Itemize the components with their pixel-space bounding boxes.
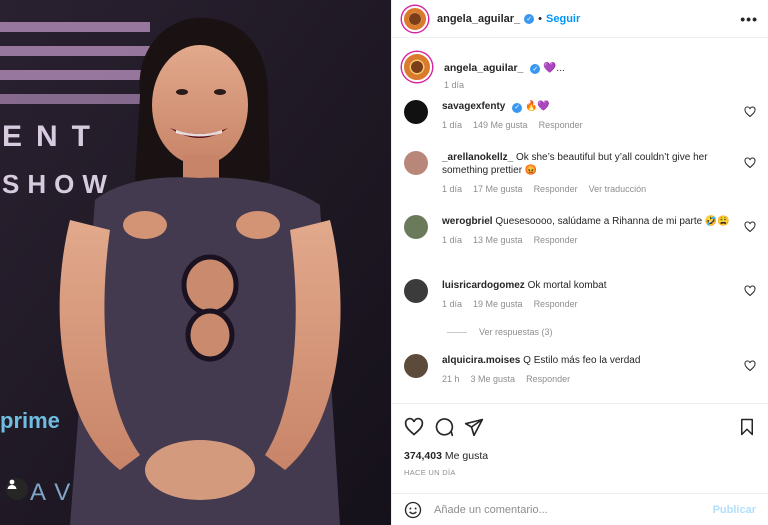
- comment-input[interactable]: Añade un comentario...: [434, 504, 548, 516]
- reply-button[interactable]: Responder: [534, 184, 578, 194]
- commenter-username[interactable]: alquicira.moises: [442, 355, 520, 366]
- comment-item: luisricardogomez Ok mortal kombat 1 día …: [404, 279, 758, 309]
- commenter-avatar[interactable]: [404, 215, 428, 239]
- reply-button[interactable]: Responder: [534, 299, 578, 309]
- comment-time[interactable]: 1 día: [442, 299, 462, 309]
- comment-time[interactable]: 1 día: [442, 235, 462, 245]
- comment-likes[interactable]: 149 Me gusta: [473, 120, 528, 130]
- likes-label: Me gusta: [444, 450, 489, 462]
- comment-likes[interactable]: 13 Me gusta: [473, 235, 523, 245]
- post-header: angela_aguilar_ ✓ • Seguir •••: [392, 0, 768, 38]
- likes-count: 374,403: [404, 450, 442, 462]
- comment-item: _arellanokellz_ Ok she’s beautiful but y…: [404, 151, 758, 194]
- reply-button[interactable]: Responder: [526, 374, 570, 384]
- photo-text-ent: ENT: [2, 120, 104, 153]
- follow-button[interactable]: Seguir: [546, 13, 580, 25]
- commenter-username[interactable]: _arellanokellz_: [442, 152, 513, 163]
- commenter-username[interactable]: werogbriel: [442, 216, 493, 227]
- comment-likes[interactable]: 19 Me gusta: [473, 299, 523, 309]
- verified-badge-icon: ✓: [530, 64, 541, 74]
- caption-author-avatar[interactable]: [402, 52, 432, 82]
- tagged-users-button[interactable]: [6, 478, 28, 500]
- like-comment-heart-icon[interactable]: [744, 221, 756, 233]
- commenter-username[interactable]: luisricardogomez: [442, 280, 525, 291]
- comment-item: savagexfenty ✓ 🔥💜 1 día 149 Me gusta Res…: [404, 100, 758, 130]
- like-comment-heart-icon[interactable]: [744, 106, 756, 118]
- post-photo[interactable]: ENT SHOW prime AV: [0, 0, 391, 525]
- comment-text: Q Estilo más feo la verdad: [523, 355, 641, 366]
- replies-divider: [447, 331, 467, 333]
- comment-text: 🔥💜: [524, 101, 550, 112]
- comment-time[interactable]: 21 h: [442, 374, 460, 384]
- verified-badge-icon: ✓: [524, 13, 535, 24]
- user-tag-icon: [7, 479, 17, 489]
- comment-bubble-icon[interactable]: [434, 417, 454, 437]
- comment-likes[interactable]: 17 Me gusta: [473, 184, 523, 194]
- see-translation-button[interactable]: Ver traducción: [589, 184, 647, 194]
- comment-likes[interactable]: 3 Me gusta: [471, 374, 516, 384]
- like-comment-heart-icon[interactable]: [744, 285, 756, 297]
- post-actions: 374,403 Me gusta HACE UN DÍA: [392, 403, 768, 493]
- view-replies-button[interactable]: Ver respuestas (3): [447, 327, 553, 337]
- caption-time[interactable]: 1 día: [444, 80, 565, 90]
- comment-time[interactable]: 1 día: [442, 120, 462, 130]
- commenter-avatar[interactable]: [404, 354, 428, 378]
- instagram-post-modal: ENT SHOW prime AV angela_aguilar_ ✓ • Se…: [0, 0, 768, 525]
- photo-text-show: SHOW: [2, 169, 115, 199]
- photo-illustration: ENT SHOW prime AV: [0, 0, 391, 525]
- publish-comment-button[interactable]: Publicar: [713, 504, 756, 516]
- like-comment-heart-icon[interactable]: [744, 157, 756, 169]
- post-caption: angela_aguilar_ ✓ 💜... 1 día: [392, 42, 768, 96]
- separator-dot: •: [538, 12, 543, 25]
- likes-summary[interactable]: 374,403 Me gusta: [404, 450, 756, 462]
- post-details-panel: angela_aguilar_ ✓ • Seguir ••• angela_ag…: [391, 0, 768, 525]
- photo-text-prime: prime: [0, 408, 60, 433]
- comments-list[interactable]: angela_aguilar_ ✓ 💜... 1 día savagexfent…: [392, 42, 768, 402]
- author-username[interactable]: angela_aguilar_: [437, 13, 520, 25]
- author-avatar[interactable]: [402, 5, 428, 32]
- like-comment-heart-icon[interactable]: [744, 360, 756, 372]
- verified-badge-icon: ✓: [512, 102, 523, 113]
- bookmark-save-icon[interactable]: [738, 417, 756, 437]
- commenter-username[interactable]: savagexfenty: [442, 101, 505, 112]
- share-send-icon[interactable]: [464, 417, 484, 437]
- more-options-icon[interactable]: •••: [740, 11, 758, 27]
- commenter-avatar[interactable]: [404, 151, 428, 175]
- add-comment-bar: Añade un comentario... Publicar: [392, 493, 768, 525]
- like-heart-icon[interactable]: [404, 417, 424, 437]
- caption-username[interactable]: angela_aguilar_: [444, 62, 523, 74]
- comment-item: alquicira.moises Q Estilo más feo la ver…: [404, 354, 758, 384]
- comment-item: werogbriel Quesesoooo, salúdame a Rihann…: [404, 215, 758, 245]
- photo-text-av: AV: [30, 479, 80, 506]
- comment-text: Ok mortal kombat: [527, 280, 607, 291]
- comment-text: Quesesoooo, salúdame a Rihanna de mi par…: [495, 216, 730, 227]
- commenter-avatar[interactable]: [404, 279, 428, 303]
- caption-text: 💜...: [543, 62, 566, 74]
- post-timestamp[interactable]: HACE UN DÍA: [404, 468, 756, 477]
- commenter-avatar[interactable]: [404, 100, 428, 124]
- reply-button[interactable]: Responder: [539, 120, 583, 130]
- comment-time[interactable]: 1 día: [442, 184, 462, 194]
- emoji-picker-icon[interactable]: [404, 501, 422, 519]
- reply-button[interactable]: Responder: [534, 235, 578, 245]
- view-replies-label: Ver respuestas (3): [479, 327, 553, 337]
